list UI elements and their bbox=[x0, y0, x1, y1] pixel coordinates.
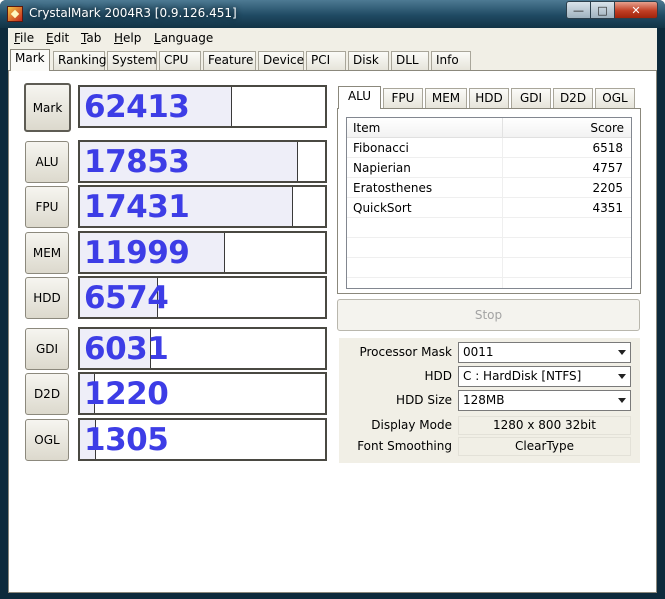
font-smoothing-value: ClearType bbox=[458, 437, 631, 456]
ogl-run-button[interactable]: OGL bbox=[25, 419, 69, 461]
subtab-mem[interactable]: MEM bbox=[425, 88, 467, 108]
gdi-score-box: 6031 bbox=[78, 327, 327, 370]
processor-mask-select[interactable]: 0011 bbox=[458, 342, 631, 363]
subtab-gdi[interactable]: GDI bbox=[511, 88, 551, 108]
app-window: CrystalMark 2004R3 [0.9.126.451] — □ ✕ F… bbox=[0, 0, 665, 599]
gdi-score-value: 6031 bbox=[84, 331, 169, 367]
item-name: Fibonacci bbox=[353, 141, 409, 155]
hdd-score-box: 6574 bbox=[78, 276, 327, 319]
mem-run-button[interactable]: MEM bbox=[25, 232, 69, 274]
d2d-score-box: 1220 bbox=[78, 372, 327, 415]
item-name: QuickSort bbox=[353, 201, 412, 215]
list-item[interactable]: Eratosthenes 2205 bbox=[347, 178, 631, 198]
chevron-down-icon bbox=[618, 398, 626, 403]
item-score: 4757 bbox=[592, 161, 623, 175]
list-item[interactable]: QuickSort 4351 bbox=[347, 198, 631, 218]
item-name: Napierian bbox=[353, 161, 411, 175]
mem-score-value: 11999 bbox=[84, 235, 190, 271]
menu-tab[interactable]: Tab bbox=[81, 31, 101, 45]
tab-dll[interactable]: DLL bbox=[391, 51, 429, 70]
window-title: CrystalMark 2004R3 [0.9.126.451] bbox=[29, 6, 237, 20]
hdd-label: HDD bbox=[424, 369, 452, 383]
mark-score-box: 62413 bbox=[78, 85, 327, 128]
tab-ranking[interactable]: Ranking bbox=[53, 51, 107, 70]
main-tab-strip: Mark Ranking System CPU Feature Device P… bbox=[8, 49, 657, 71]
stop-button[interactable]: Stop bbox=[337, 299, 640, 331]
menu-edit[interactable]: Edit bbox=[46, 31, 69, 45]
fpu-score-box: 17431 bbox=[78, 185, 327, 228]
fpu-run-button[interactable]: FPU bbox=[25, 186, 69, 228]
display-mode-label: Display Mode bbox=[371, 418, 452, 432]
d2d-score-value: 1220 bbox=[84, 376, 169, 412]
subtab-hdd[interactable]: HDD bbox=[469, 88, 509, 108]
hdd-value: C : HardDisk [NTFS] bbox=[463, 369, 582, 383]
tab-feature[interactable]: Feature bbox=[203, 51, 256, 70]
minimize-button[interactable]: — bbox=[566, 1, 591, 19]
mark-score-value: 62413 bbox=[84, 89, 190, 125]
hdd-run-button[interactable]: HDD bbox=[25, 277, 69, 319]
column-header-score[interactable]: Score bbox=[590, 121, 624, 135]
subtab-fpu[interactable]: FPU bbox=[383, 88, 423, 108]
menu-bar: File Edit Tab Help Language bbox=[8, 28, 657, 48]
chevron-down-icon bbox=[618, 350, 626, 355]
tab-info[interactable]: Info bbox=[431, 51, 471, 70]
client-area: File Edit Tab Help Language Mark Ranking… bbox=[8, 28, 657, 593]
crystalmark-app-icon bbox=[7, 6, 23, 22]
empty-list-row bbox=[347, 218, 631, 238]
list-item[interactable]: Fibonacci 6518 bbox=[347, 138, 631, 158]
menu-file[interactable]: File bbox=[14, 31, 34, 45]
subtab-alu[interactable]: ALU bbox=[338, 86, 381, 109]
result-list-header: Item Score bbox=[347, 118, 631, 138]
menu-help[interactable]: Help bbox=[114, 31, 141, 45]
subtab-d2d[interactable]: D2D bbox=[553, 88, 593, 108]
mark-run-button[interactable]: Mark bbox=[24, 83, 71, 132]
alu-score-box: 17853 bbox=[78, 140, 327, 183]
hdd-select[interactable]: C : HardDisk [NTFS] bbox=[458, 366, 631, 387]
benchmark-detail-tab-strip: ALU FPU MEM HDD GDI D2D OGL bbox=[338, 86, 641, 109]
hdd-score-value: 6574 bbox=[84, 280, 169, 316]
item-score: 4351 bbox=[592, 201, 623, 215]
close-icon: ✕ bbox=[631, 3, 641, 17]
tab-device[interactable]: Device bbox=[258, 51, 304, 70]
mem-score-box: 11999 bbox=[78, 231, 327, 274]
title-bar[interactable]: CrystalMark 2004R3 [0.9.126.451] — □ ✕ bbox=[0, 0, 665, 28]
alu-detail-panel: Item Score Fibonacci 6518 Napierian 4757… bbox=[337, 108, 641, 294]
processor-mask-value: 0011 bbox=[463, 345, 494, 359]
alu-score-value: 17853 bbox=[84, 144, 190, 180]
display-mode-value: 1280 x 800 32bit bbox=[458, 416, 631, 435]
ogl-score-box: 1305 bbox=[78, 418, 327, 461]
hdd-size-value: 128MB bbox=[463, 393, 505, 407]
list-item[interactable]: Napierian 4757 bbox=[347, 158, 631, 178]
settings-panel: Processor Mask 0011 HDD C : HardDisk [NT… bbox=[339, 338, 640, 463]
hdd-size-select[interactable]: 128MB bbox=[458, 390, 631, 411]
chevron-down-icon bbox=[618, 374, 626, 379]
item-score: 6518 bbox=[592, 141, 623, 155]
result-list[interactable]: Item Score Fibonacci 6518 Napierian 4757… bbox=[346, 117, 632, 289]
item-score: 2205 bbox=[592, 181, 623, 195]
close-button[interactable]: ✕ bbox=[614, 1, 658, 19]
d2d-run-button[interactable]: D2D bbox=[25, 373, 69, 415]
empty-list-row bbox=[347, 238, 631, 258]
font-smoothing-label: Font Smoothing bbox=[357, 439, 452, 453]
hdd-size-label: HDD Size bbox=[396, 393, 452, 407]
ogl-score-value: 1305 bbox=[84, 422, 169, 458]
tab-cpu[interactable]: CPU bbox=[159, 51, 201, 70]
tab-mark[interactable]: Mark bbox=[10, 49, 50, 71]
empty-list-row bbox=[347, 258, 631, 278]
column-header-item[interactable]: Item bbox=[353, 121, 380, 135]
tab-disk[interactable]: Disk bbox=[348, 51, 389, 70]
maximize-icon: □ bbox=[597, 3, 608, 17]
menu-language[interactable]: Language bbox=[154, 31, 213, 45]
alu-run-button[interactable]: ALU bbox=[25, 141, 69, 183]
tab-pci[interactable]: PCI bbox=[306, 51, 346, 70]
column-divider[interactable] bbox=[502, 118, 503, 138]
subtab-ogl[interactable]: OGL bbox=[595, 88, 635, 108]
tab-system[interactable]: System bbox=[107, 51, 157, 70]
processor-mask-label: Processor Mask bbox=[359, 345, 452, 359]
item-name: Eratosthenes bbox=[353, 181, 433, 195]
fpu-score-value: 17431 bbox=[84, 189, 190, 225]
gdi-run-button[interactable]: GDI bbox=[25, 328, 69, 370]
minimize-icon: — bbox=[573, 3, 584, 17]
maximize-button[interactable]: □ bbox=[590, 1, 615, 19]
